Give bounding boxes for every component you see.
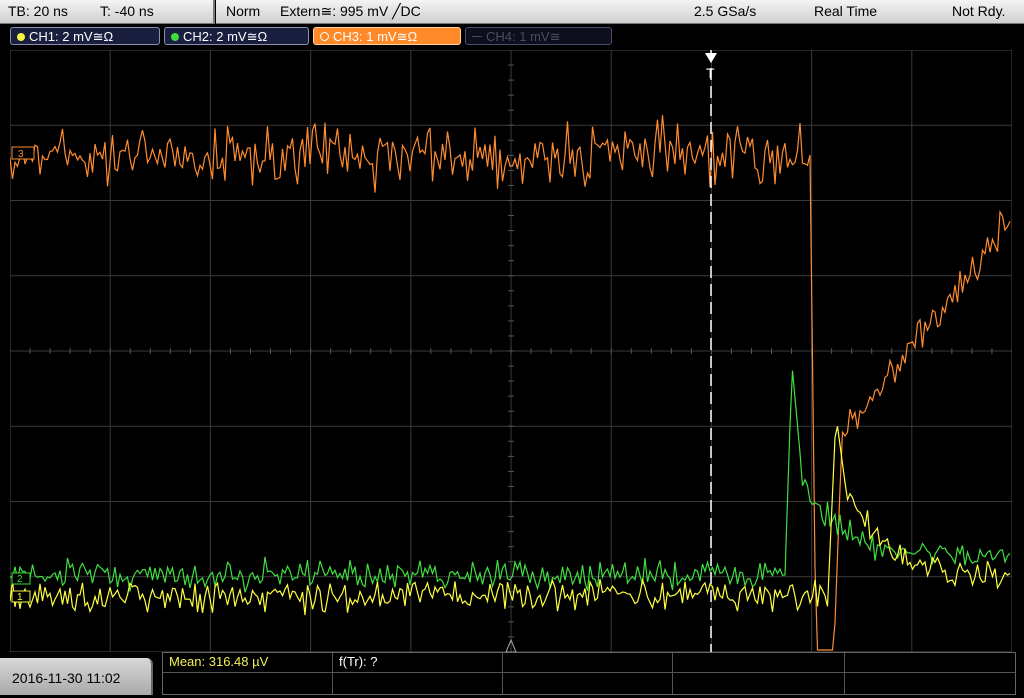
- trigger-mode-label: Norm: [226, 3, 261, 19]
- measurement-mean[interactable]: Mean: 316.48 µV: [163, 653, 333, 673]
- ch1-marker-label: 1: [17, 592, 23, 603]
- measurement-slot-5[interactable]: [845, 653, 1015, 673]
- measurement-slot-8[interactable]: [503, 673, 673, 694]
- channel-3-button[interactable]: CH3: 1 mV≅Ω: [313, 27, 461, 45]
- timebase-panel[interactable]: TB: 20 ns T: -40 ns: [0, 0, 215, 24]
- measurement-mean-value: Mean: 316.48 µV: [169, 654, 269, 669]
- ch1-level-marker[interactable]: 1: [11, 590, 31, 603]
- measurement-slot-10[interactable]: [845, 673, 1015, 694]
- measurement-slot-3[interactable]: [503, 653, 673, 673]
- measurement-slot-4[interactable]: [673, 653, 845, 673]
- trigger-panel[interactable]: Norm Extern≅: 995 mV ╱DC 2.5 GSa/s Real …: [216, 0, 1024, 24]
- channel-4-off-icon: [472, 36, 482, 37]
- measurement-slot-9[interactable]: [673, 673, 845, 694]
- channel-4-label: CH4: 1 mV≅: [486, 29, 561, 44]
- trigger-source-label: Extern≅: 995 mV ╱DC: [280, 3, 421, 19]
- ch2-marker-label: 2: [17, 574, 23, 585]
- channel-2-label: CH2: 2 mV≅Ω: [183, 29, 268, 44]
- trigger-marker-label: T: [706, 65, 715, 81]
- measurement-ftr-value: f(Tr): ?: [339, 654, 378, 669]
- measurement-table[interactable]: Mean: 316.48 µV f(Tr): ?: [162, 652, 1016, 695]
- ch2-level-marker[interactable]: 2: [11, 572, 31, 585]
- timebase-label: TB: 20 ns: [8, 3, 68, 19]
- measurement-slot-6[interactable]: [163, 673, 333, 694]
- channel-1-label: CH1: 2 mV≅Ω: [29, 29, 114, 44]
- waveform-area[interactable]: T 3 2 1: [10, 50, 1012, 652]
- measurement-bar: 2016-11-30 11:02 Mean: 316.48 µV f(Tr): …: [0, 652, 1024, 695]
- channel-1-button[interactable]: CH1: 2 mV≅Ω: [10, 27, 160, 45]
- sample-rate-label: 2.5 GSa/s: [694, 3, 757, 19]
- measurement-slot-7[interactable]: [333, 673, 503, 694]
- measurement-ftr[interactable]: f(Tr): ?: [333, 653, 503, 673]
- channel-2-button[interactable]: CH2: 2 mV≅Ω: [164, 27, 309, 45]
- acquisition-mode-label: Real Time: [814, 3, 878, 19]
- datetime-display[interactable]: 2016-11-30 11:02: [0, 658, 153, 695]
- datetime-label: 2016-11-30 11:02: [12, 670, 121, 686]
- trigger-time-label: T: -40 ns: [100, 3, 154, 19]
- channel-2-dot-icon: [171, 33, 179, 41]
- channel-4-button[interactable]: CH4: 1 mV≅: [465, 27, 612, 45]
- status-bar: TB: 20 ns T: -40 ns Norm Extern≅: 995 mV…: [0, 0, 1024, 24]
- scope-display[interactable]: T 3 2 1: [10, 50, 1012, 652]
- acquisition-status-label: Not Rdy.: [952, 3, 1006, 19]
- ch3-level-marker[interactable]: 3: [11, 146, 35, 160]
- channel-3-label: CH3: 1 mV≅Ω: [333, 29, 418, 44]
- channel-3-dot-icon: [320, 32, 329, 41]
- channel-1-dot-icon: [17, 33, 25, 41]
- channel-bar: CH1: 2 mV≅Ω CH2: 2 mV≅Ω CH3: 1 mV≅Ω CH4:…: [0, 24, 1024, 50]
- ch3-marker-label: 3: [18, 149, 24, 160]
